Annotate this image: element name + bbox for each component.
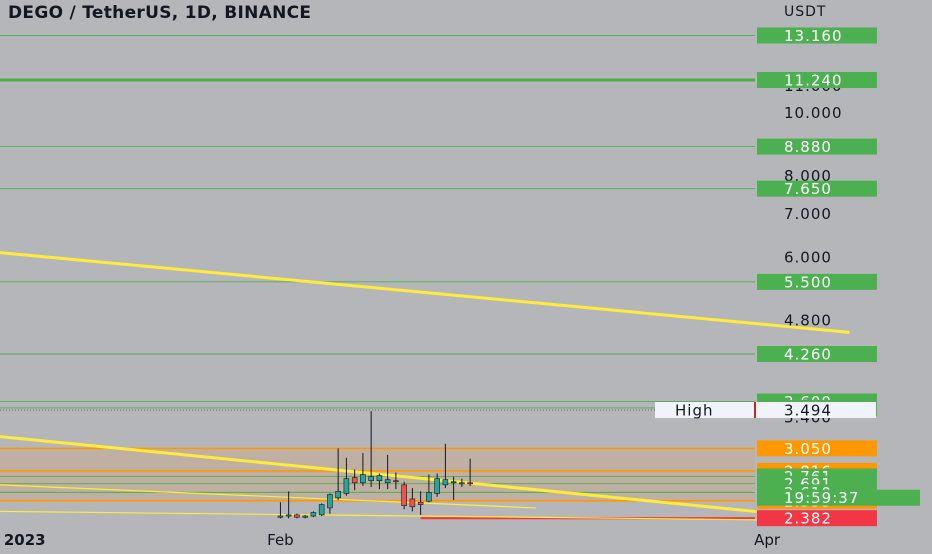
y-tick-label: 4.800 xyxy=(784,311,832,329)
price-badge-2.382: 2.382 xyxy=(757,510,877,528)
price-badge-text: 7.650 xyxy=(784,180,832,198)
candle-body xyxy=(285,514,292,517)
candle-body xyxy=(384,479,391,484)
price-badge-text: 8.880 xyxy=(784,138,832,156)
x-tick-label: 2023 xyxy=(4,531,46,549)
candle-body xyxy=(327,494,333,509)
candle-4 xyxy=(302,514,308,519)
candle-body xyxy=(351,477,358,484)
currency-label: USDT xyxy=(784,4,827,20)
countdown-text: 19:59:37 xyxy=(784,489,859,507)
candle-body xyxy=(302,515,308,518)
high-marker-label: High xyxy=(675,401,713,419)
candle-body xyxy=(442,479,449,486)
price-badge-7.650: 7.650 xyxy=(757,180,877,198)
candle-5 xyxy=(310,511,317,518)
y-tick-label: 10.000 xyxy=(784,104,843,122)
candle-1 xyxy=(277,502,284,519)
price-chart[interactable]: 11.00010.0008.0007.0006.0004.8003.40013.… xyxy=(0,0,932,550)
candle-body xyxy=(401,484,407,506)
price-badge-4.260: 4.260 xyxy=(757,346,877,364)
price-badge-13.160: 13.160 xyxy=(757,27,877,45)
price-badge-text: 3.050 xyxy=(784,440,832,458)
candle-body xyxy=(434,478,440,494)
candle-7 xyxy=(327,493,333,514)
y-tick-label: 6.000 xyxy=(784,248,832,266)
chart-area[interactable]: 11.00010.0008.0007.0006.0004.8003.40013.… xyxy=(0,0,932,550)
price-badge-text: 13.160 xyxy=(784,27,843,45)
candle-body xyxy=(343,478,350,494)
price-badge-3.050: 3.050 xyxy=(757,440,877,458)
candle-body xyxy=(459,482,465,485)
price-badge-text: 11.240 xyxy=(784,72,843,90)
high-marker-price: 3.494 xyxy=(784,401,832,419)
candle-body xyxy=(310,512,317,517)
y-tick-label: 7.000 xyxy=(784,205,832,223)
price-badge-8.880: 8.880 xyxy=(757,138,877,156)
chart-title: DEGO / TetherUS, 1D, BINANCE xyxy=(8,3,312,23)
candle-16 xyxy=(401,481,407,510)
candle-body xyxy=(417,501,424,505)
trendline-1 xyxy=(0,251,850,334)
price-badge-11.240: 11.240 xyxy=(757,72,877,90)
candle-body xyxy=(335,490,341,499)
candle-body xyxy=(318,504,325,516)
candle-6 xyxy=(318,503,325,517)
candle-body xyxy=(360,474,366,484)
price-badge-text: 5.500 xyxy=(784,273,832,291)
x-tick-label: Apr xyxy=(754,531,781,549)
candle-body xyxy=(376,475,383,482)
candle-body xyxy=(294,514,300,518)
price-badge-text: 2.382 xyxy=(784,510,832,528)
candle-body xyxy=(450,481,457,484)
candle-body xyxy=(426,492,432,502)
candle-body xyxy=(467,482,473,485)
trendline-4 xyxy=(0,510,850,522)
candle-body xyxy=(277,515,284,518)
price-badge-text: 4.260 xyxy=(784,346,832,364)
candle-body xyxy=(409,498,416,508)
price-badge-5.500: 5.500 xyxy=(757,273,877,291)
candle-body xyxy=(368,476,374,482)
candle-body xyxy=(393,480,399,483)
x-tick-label: Feb xyxy=(267,531,294,549)
